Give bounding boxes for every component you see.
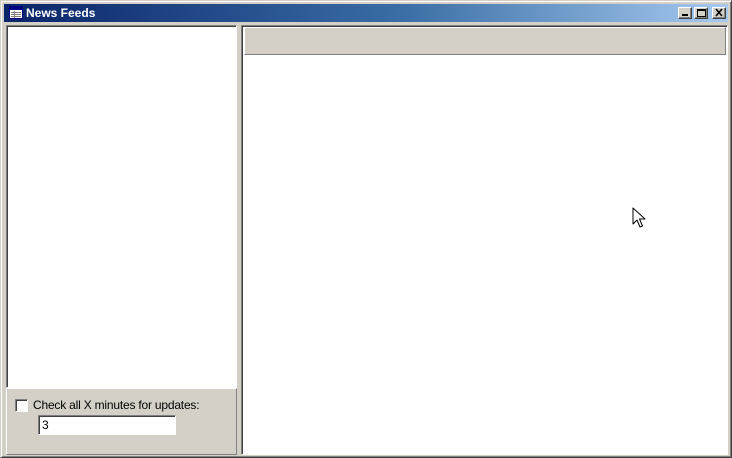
item-content-view[interactable]	[244, 56, 726, 452]
sidebar: Check all X minutes for updates:	[6, 25, 237, 455]
news-feeds-window: News Feeds Check all X minutes for updat…	[0, 0, 732, 458]
minimize-button[interactable]	[678, 7, 692, 19]
item-header-bar	[244, 27, 726, 55]
update-checkbox[interactable]	[15, 399, 28, 412]
update-options-panel: Check all X minutes for updates:	[6, 388, 237, 455]
window-title: News Feeds	[26, 6, 96, 20]
minimize-icon	[682, 14, 688, 16]
feed-list[interactable]	[6, 25, 237, 388]
maximize-button[interactable]	[694, 7, 708, 19]
close-button[interactable]	[712, 7, 726, 19]
close-icon	[715, 8, 723, 17]
window-list-icon	[9, 6, 23, 19]
feed-item-pane	[241, 25, 728, 455]
title-bar[interactable]: News Feeds	[4, 4, 728, 22]
update-interval-input[interactable]	[38, 415, 176, 435]
maximize-icon	[697, 9, 706, 17]
update-checkbox-label: Check all X minutes for updates:	[33, 398, 200, 412]
